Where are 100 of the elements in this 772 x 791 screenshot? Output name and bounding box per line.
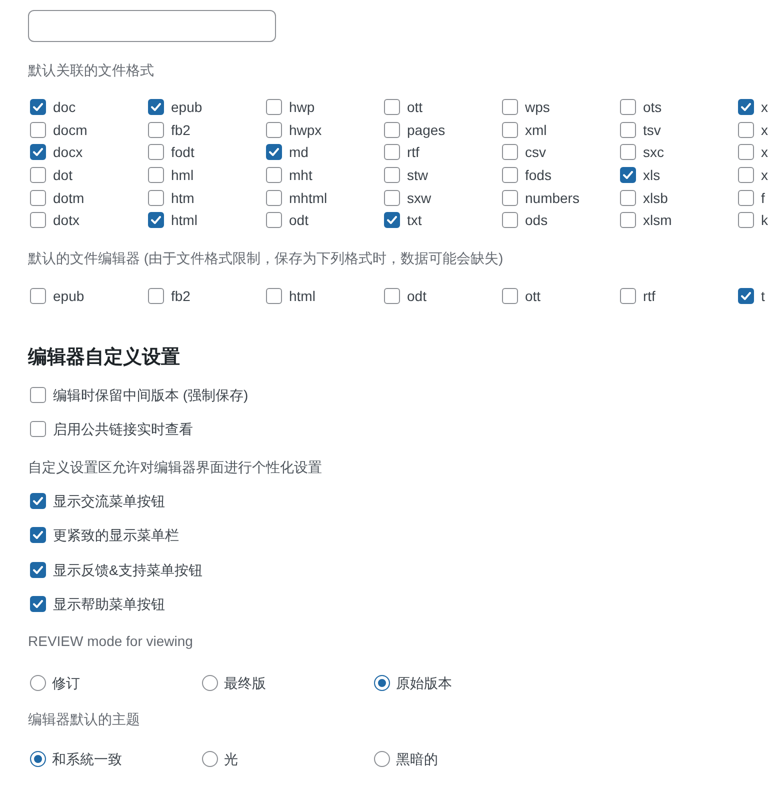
checkbox-label: md — [289, 143, 308, 162]
checkbox[interactable] — [502, 212, 518, 228]
checkbox-label: html — [289, 286, 316, 306]
checkbox-label: sxw — [407, 188, 432, 208]
checkbox[interactable] — [266, 167, 282, 184]
checkbox[interactable] — [384, 288, 400, 304]
checkbox[interactable] — [738, 99, 754, 116]
text-field[interactable] — [28, 10, 276, 42]
checkbox[interactable] — [148, 190, 164, 206]
checkbox[interactable] — [738, 190, 754, 206]
checkbox[interactable] — [266, 190, 282, 206]
checkbox-label: numbers — [525, 188, 580, 208]
checkbox-label: x — [761, 166, 768, 186]
check-icon — [151, 216, 161, 224]
checkbox[interactable] — [502, 167, 518, 184]
checkbox[interactable] — [266, 99, 282, 116]
checkbox[interactable] — [620, 167, 636, 184]
radio-button[interactable] — [374, 751, 390, 768]
checkbox[interactable] — [738, 167, 754, 184]
checkbox-label: docm — [53, 120, 88, 140]
check-icon — [387, 216, 397, 224]
radio-button[interactable] — [30, 751, 46, 768]
checkbox-label: xlsm — [643, 211, 672, 230]
checkbox[interactable] — [30, 562, 46, 578]
checkbox[interactable] — [384, 212, 400, 228]
checkbox-label: odt — [407, 286, 426, 306]
checkbox[interactable] — [266, 144, 282, 160]
check-icon — [33, 103, 43, 112]
radio-label: 光 — [224, 750, 238, 770]
checkbox[interactable] — [620, 288, 636, 304]
checkbox[interactable] — [384, 144, 400, 160]
checkbox-label: html — [171, 211, 198, 230]
checkbox[interactable] — [738, 122, 754, 138]
checkbox[interactable] — [30, 596, 46, 612]
checkbox-label: mht — [289, 166, 312, 186]
checkbox-label: epub — [171, 98, 202, 118]
checkbox-label: htm — [171, 188, 194, 208]
checkbox[interactable] — [266, 212, 282, 228]
radio-button[interactable] — [30, 675, 46, 692]
checkbox-label: ots — [643, 98, 662, 118]
checkbox[interactable] — [30, 190, 46, 206]
checkbox[interactable] — [384, 122, 400, 138]
checkbox-label: stw — [407, 166, 428, 186]
checkbox[interactable] — [502, 190, 518, 206]
checkbox[interactable] — [30, 122, 46, 138]
checkbox-label: rtf — [643, 286, 656, 306]
checkbox[interactable] — [384, 190, 400, 206]
checkbox[interactable] — [620, 99, 636, 116]
checkbox-label: dotm — [53, 188, 84, 208]
checkbox-label: tsv — [643, 120, 661, 140]
checkbox-label: 显示帮助菜单按钮 — [53, 595, 165, 614]
checkbox[interactable] — [30, 212, 46, 228]
checkbox[interactable] — [502, 288, 518, 304]
checkbox-label: ott — [407, 98, 423, 118]
section-label: 编辑器默认的主题 — [28, 710, 140, 730]
checkbox[interactable] — [502, 99, 518, 116]
check-icon — [33, 566, 43, 574]
checkbox[interactable] — [384, 99, 400, 116]
checkbox[interactable] — [30, 99, 46, 116]
checkbox[interactable] — [738, 212, 754, 228]
checkbox[interactable] — [30, 144, 46, 160]
checkbox[interactable] — [30, 288, 46, 304]
checkbox[interactable] — [620, 122, 636, 138]
checkbox[interactable] — [148, 288, 164, 304]
checkbox[interactable] — [738, 144, 754, 160]
radio-button[interactable] — [202, 675, 218, 692]
checkbox[interactable] — [620, 190, 636, 206]
section-label: 默认的文件编辑器 (由于文件格式限制，保存为下列格式时，数据可能会缺失) — [28, 248, 504, 268]
checkbox-label: xlsb — [643, 188, 668, 208]
checkbox[interactable] — [30, 420, 46, 437]
checkbox[interactable] — [30, 167, 46, 184]
checkbox[interactable] — [266, 122, 282, 138]
checkbox[interactable] — [148, 167, 164, 184]
checkbox[interactable] — [738, 288, 754, 304]
checkbox[interactable] — [30, 527, 46, 544]
radio-button[interactable] — [374, 675, 390, 692]
checkbox-label: odt — [289, 211, 308, 230]
checkbox[interactable] — [148, 99, 164, 116]
checkbox-label: dotx — [53, 211, 80, 230]
checkbox-label: fb2 — [171, 120, 190, 140]
checkbox[interactable] — [620, 144, 636, 160]
checkbox[interactable] — [502, 144, 518, 160]
checkbox[interactable] — [30, 386, 46, 403]
radio-label: 最终版 — [224, 674, 266, 694]
checkbox[interactable] — [502, 122, 518, 138]
checkbox[interactable] — [148, 144, 164, 160]
checkbox[interactable] — [148, 212, 164, 228]
checkbox[interactable] — [266, 288, 282, 304]
checkbox-label: hwpx — [289, 120, 322, 140]
checkbox[interactable] — [384, 167, 400, 184]
radio-button[interactable] — [202, 751, 218, 768]
checkbox[interactable] — [30, 492, 46, 509]
checkbox-label: csv — [525, 143, 546, 162]
checkbox[interactable] — [620, 212, 636, 228]
check-icon — [269, 148, 279, 156]
checkbox-label: xls — [643, 166, 660, 186]
radio-label: 修订 — [52, 674, 80, 694]
check-icon — [33, 496, 43, 505]
checkbox-label: docx — [53, 143, 83, 162]
checkbox[interactable] — [148, 122, 164, 138]
